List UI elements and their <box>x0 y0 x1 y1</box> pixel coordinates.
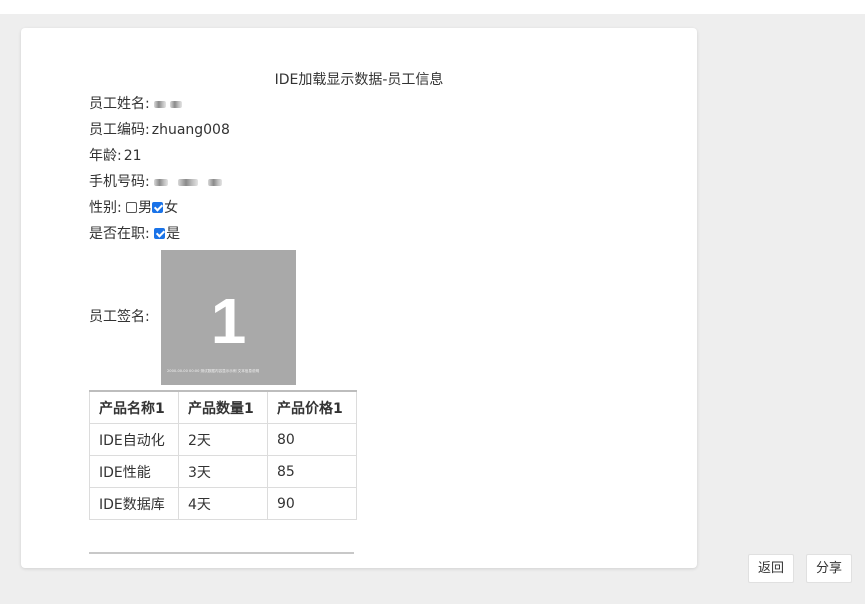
gender-female-label: 女 <box>164 200 179 216</box>
employed-label: 是否在职: <box>89 226 150 242</box>
employee-id-value: zhuang008 <box>151 122 230 138</box>
table-header-product-qty: 产品数量1 <box>178 390 268 424</box>
signature-number: 1 <box>210 285 247 357</box>
table-cell: 90 <box>267 487 357 520</box>
gender-male-checkbox[interactable] <box>126 202 138 213</box>
redacted-phone-2 <box>178 178 199 186</box>
product-table: 产品名称1 产品数量1 产品价格1 IDE自动化 2天 80 IDE性能 3天 … <box>89 390 357 520</box>
gender-female-checkbox[interactable] <box>152 202 164 213</box>
gender-male-label: 男 <box>138 200 153 216</box>
employed-option-label: 是 <box>166 226 181 242</box>
table-cell: IDE自动化 <box>89 423 179 456</box>
redacted-name-2 <box>170 100 183 108</box>
employed-checkbox[interactable] <box>154 228 166 239</box>
table-row: IDE自动化 2天 80 <box>89 423 357 456</box>
table-cell: 4天 <box>178 487 268 520</box>
document-card: IDE加载显示数据-员工信息 员工姓名: 员工编码: zhuang008 年龄: 2… <box>21 28 697 568</box>
back-button[interactable]: 返回 <box>748 554 794 583</box>
age-value: 21 <box>123 148 142 164</box>
employee-id-label: 员工编码: <box>89 122 150 138</box>
table-header-row: 产品名称1 产品数量1 产品价格1 <box>89 390 357 424</box>
redacted-phone-3 <box>208 178 223 186</box>
signature-image: 1 2000-00-00 00:00 测试数据内容显示示例 文本信息说明 <box>161 250 296 385</box>
signature-label: 员工签名: <box>89 309 150 325</box>
table-cell: 2天 <box>178 423 268 456</box>
table-cell: IDE性能 <box>89 455 179 488</box>
employee-name-row: 员工姓名: <box>89 94 186 114</box>
table-header-product-name: 产品名称1 <box>89 390 179 424</box>
next-table-border <box>89 552 354 554</box>
table-cell: 80 <box>267 423 357 456</box>
phone-row: 手机号码: <box>89 172 226 192</box>
age-row: 年龄: 21 <box>89 146 142 166</box>
table-row: IDE性能 3天 85 <box>89 455 357 488</box>
table-cell: 3天 <box>178 455 268 488</box>
signature-caption: 2000-00-00 00:00 测试数据内容显示示例 文本信息说明 <box>167 369 260 373</box>
table-header-product-price: 产品价格1 <box>267 390 357 424</box>
top-bar <box>0 0 865 14</box>
age-label: 年龄: <box>89 148 122 164</box>
gender-label: 性别: <box>89 200 122 216</box>
document-title: IDE加载显示数据-员工信息 <box>274 72 444 88</box>
table-cell: 85 <box>267 455 357 488</box>
employed-row: 是否在职: 是 <box>89 224 180 244</box>
table-row: IDE数据库 4天 90 <box>89 487 357 520</box>
employee-name-label: 员工姓名: <box>89 96 150 112</box>
redacted-name <box>154 100 167 108</box>
table-cell: IDE数据库 <box>89 487 179 520</box>
gender-row: 性别: 男女 <box>89 198 178 218</box>
share-button[interactable]: 分享 <box>806 554 852 583</box>
employee-id-row: 员工编码: zhuang008 <box>89 120 230 140</box>
redacted-phone <box>154 178 169 186</box>
phone-label: 手机号码: <box>89 174 150 190</box>
